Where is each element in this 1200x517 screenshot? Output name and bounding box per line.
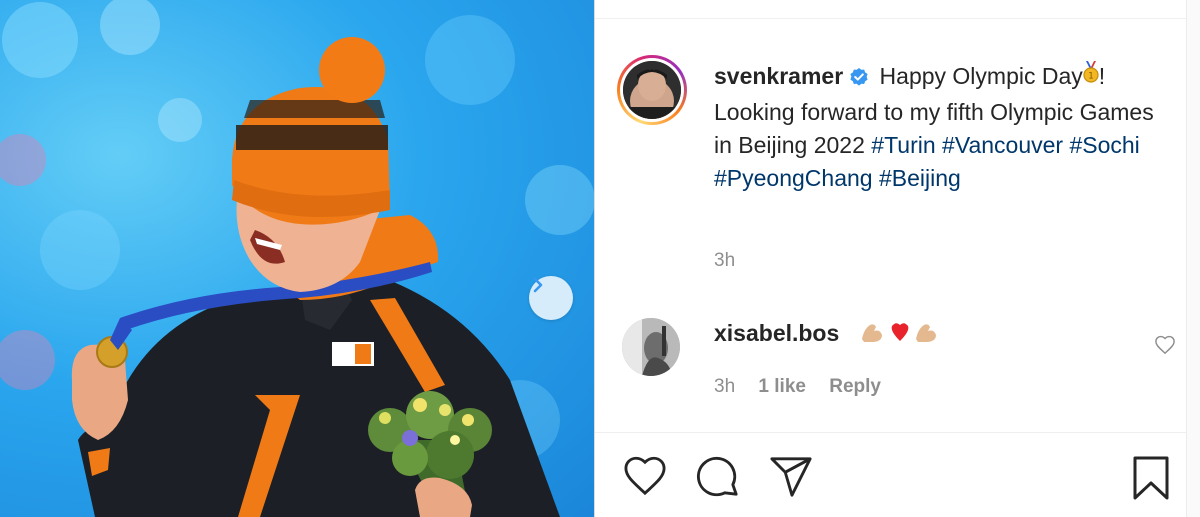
hashtag-link[interactable]: #Beijing [879,165,961,191]
post-timestamp[interactable]: 3h [714,250,735,272]
commenter-avatar-photo [622,318,680,376]
bookmark-icon[interactable] [1131,455,1171,501]
comment-meta: 3h 1 like Reply [714,376,899,398]
scrollbar[interactable] [1186,0,1200,517]
reply-button[interactable]: Reply [829,376,881,397]
flexed-biceps-heart-emoji [862,323,936,342]
comment-emojis [860,319,936,350]
heart-icon[interactable] [622,455,668,497]
header-divider [595,18,1200,19]
post-caption: svenkramer Happy Olympic Day 1! Looking f… [714,60,1154,195]
commenter-avatar[interactable] [622,318,680,376]
author-avatar-photo [623,61,681,119]
actions-divider [595,432,1186,433]
hashtag-link[interactable]: #Vancouver [942,132,1063,158]
post-photo[interactable] [0,0,594,517]
photo-illustration [0,0,594,517]
author-username[interactable]: svenkramer [714,63,843,89]
hashtag-link[interactable]: #Sochi [1069,132,1139,158]
verified-badge-icon [849,63,869,96]
post-detail-panel: svenkramer Happy Olympic Day 1! Looking f… [595,0,1200,517]
comment-likes[interactable]: 1 like [758,376,806,397]
comment-timestamp[interactable]: 3h [714,376,735,397]
gold-medal-emoji: 1 [1083,61,1099,87]
next-image-button[interactable] [529,276,573,320]
commenter-username[interactable]: xisabel.bos [714,320,839,347]
comment-bubble-icon[interactable] [695,455,741,499]
like-comment-heart-icon[interactable] [1154,335,1176,355]
svg-text:1: 1 [1088,72,1094,82]
hashtag-link[interactable]: #Turin [871,132,935,158]
author-avatar[interactable] [617,55,687,125]
hashtag-link[interactable]: #PyeongChang [714,165,873,191]
chevron-right-icon [533,277,543,293]
caption-text-start: Happy Olympic Day [879,63,1083,89]
paper-plane-icon[interactable] [768,455,814,499]
